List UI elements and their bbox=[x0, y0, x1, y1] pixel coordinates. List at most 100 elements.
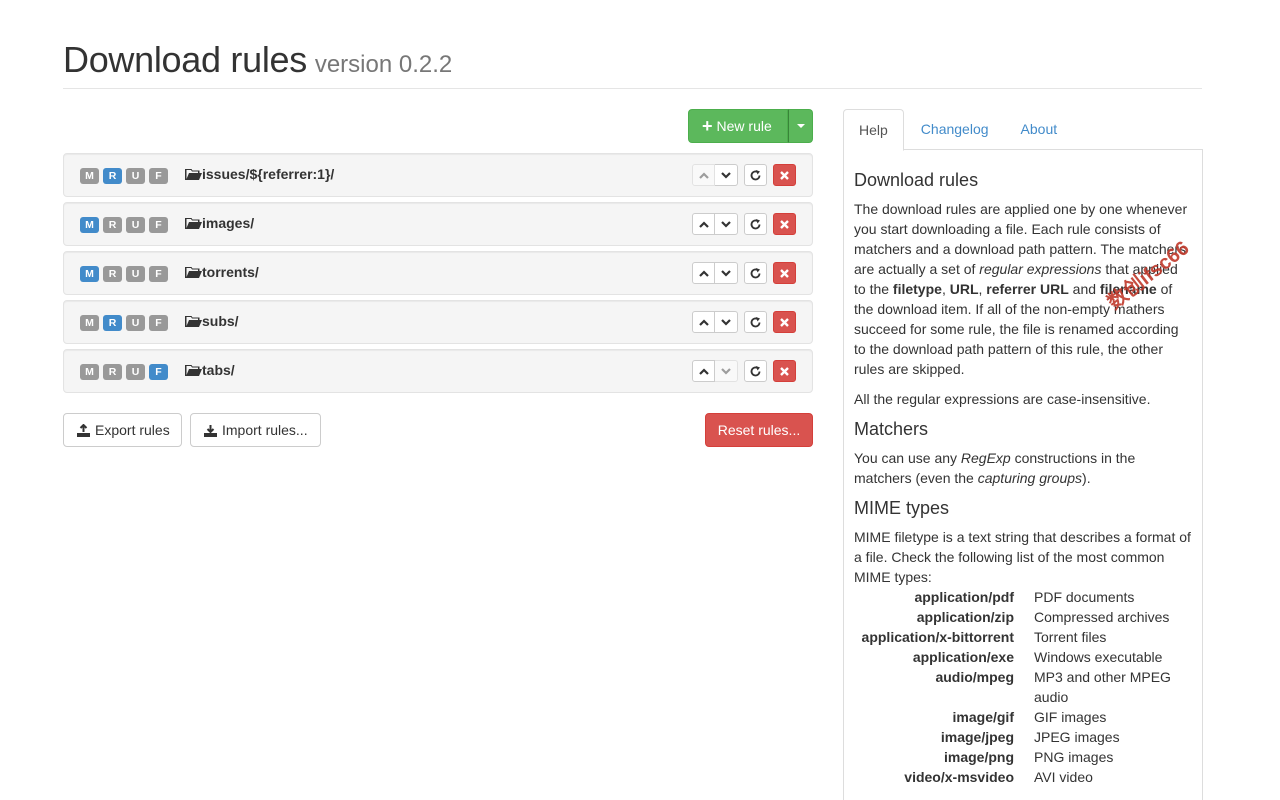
move-down-button[interactable] bbox=[715, 360, 738, 382]
import-rules-button[interactable]: Import rules... bbox=[190, 413, 321, 447]
new-rule-dropdown-toggle[interactable] bbox=[788, 109, 813, 143]
chevron-down-icon bbox=[721, 367, 731, 375]
refresh-icon bbox=[750, 316, 761, 327]
mime-type-description: PNG images bbox=[1034, 749, 1114, 765]
edit-rule-button[interactable] bbox=[744, 213, 767, 235]
rule-path: tabs/ bbox=[185, 362, 235, 378]
flag-badge-u[interactable]: U bbox=[126, 217, 145, 233]
rule-path-text: issues/${referrer:1}/ bbox=[202, 166, 335, 182]
mime-type-name: video/x-msvideo bbox=[904, 769, 1014, 785]
new-rule-button-group: + New rule bbox=[688, 109, 813, 143]
refresh-icon bbox=[750, 169, 761, 180]
folder-open-icon bbox=[185, 168, 202, 180]
move-down-button[interactable] bbox=[715, 164, 738, 186]
rule-flags: MRUF bbox=[80, 315, 168, 331]
flag-badge-u[interactable]: U bbox=[126, 168, 145, 184]
edit-rule-button[interactable] bbox=[744, 360, 767, 382]
flag-badge-r[interactable]: R bbox=[103, 217, 122, 233]
mime-type-name: image/jpeg bbox=[940, 729, 1014, 745]
rule-flags: MRUF bbox=[80, 364, 168, 380]
plus-icon: + bbox=[702, 116, 713, 136]
rule-flags: MRUF bbox=[80, 217, 168, 233]
import-icon bbox=[204, 424, 217, 437]
mime-type-description: AVI video bbox=[1034, 769, 1093, 785]
rule-actions bbox=[692, 213, 796, 235]
folder-open-icon bbox=[185, 364, 202, 376]
close-icon bbox=[780, 366, 789, 376]
delete-rule-button[interactable] bbox=[773, 164, 796, 186]
tab-help[interactable]: Help bbox=[843, 109, 904, 151]
export-icon bbox=[77, 423, 90, 437]
rule-actions bbox=[692, 360, 796, 382]
chevron-up-icon bbox=[698, 220, 709, 228]
refresh-icon bbox=[750, 267, 761, 278]
move-up-button[interactable] bbox=[692, 213, 715, 235]
rule-path: issues/${referrer:1}/ bbox=[185, 166, 334, 182]
new-rule-button[interactable]: + New rule bbox=[688, 109, 788, 143]
flag-badge-f[interactable]: F bbox=[149, 217, 168, 233]
move-up-button[interactable] bbox=[692, 360, 715, 382]
rule-path-text: subs/ bbox=[202, 313, 239, 329]
page-title: Download rules bbox=[63, 39, 307, 80]
flag-badge-m[interactable]: M bbox=[80, 364, 99, 380]
rule-row: M R U Fissues/${referrer:1}/ bbox=[63, 153, 813, 197]
flag-badge-r[interactable]: R bbox=[103, 364, 122, 380]
move-down-button[interactable] bbox=[715, 262, 738, 284]
export-rules-label: Export rules bbox=[95, 422, 170, 438]
delete-rule-button[interactable] bbox=[773, 360, 796, 382]
flag-badge-r[interactable]: R bbox=[103, 168, 122, 184]
flag-badge-m[interactable]: M bbox=[80, 266, 99, 282]
text-segment: capturing groups bbox=[977, 470, 1083, 486]
rule-actions bbox=[692, 311, 796, 333]
mime-type-name: application/exe bbox=[912, 649, 1014, 665]
text-segment: ). bbox=[1082, 470, 1091, 486]
rule-row: M R U Ftorrents/ bbox=[63, 251, 813, 295]
move-down-button[interactable] bbox=[715, 213, 738, 235]
rule-actions bbox=[692, 164, 796, 186]
tab-changelog[interactable]: Changelog bbox=[906, 109, 1004, 150]
help-tabs: Help Changelog About bbox=[843, 109, 1203, 151]
case-note-text: All the regular expressions are case-ins… bbox=[854, 391, 1151, 407]
text-segment: You can use any bbox=[854, 450, 961, 466]
rule-path: images/ bbox=[185, 215, 254, 231]
folder-open-icon bbox=[185, 315, 202, 327]
tab-about[interactable]: About bbox=[1006, 109, 1073, 150]
text-segment: filetype bbox=[892, 281, 942, 297]
flag-badge-m[interactable]: M bbox=[80, 217, 99, 233]
edit-rule-button[interactable] bbox=[744, 311, 767, 333]
chevron-down-icon bbox=[721, 318, 731, 326]
rule-path: torrents/ bbox=[185, 264, 259, 280]
page-header: Download rules version 0.2.2 bbox=[63, 40, 1202, 89]
move-down-button[interactable] bbox=[715, 311, 738, 333]
delete-rule-button[interactable] bbox=[773, 311, 796, 333]
move-up-button[interactable] bbox=[692, 262, 715, 284]
help-panel: Download rules The download rules are ap… bbox=[843, 149, 1203, 800]
matchers-text: You can use any RegExp constructions in … bbox=[854, 448, 1192, 488]
flag-badge-f[interactable]: F bbox=[149, 315, 168, 331]
text-segment: URL bbox=[949, 281, 979, 297]
flag-badge-m[interactable]: M bbox=[80, 168, 99, 184]
flag-badge-f[interactable]: F bbox=[149, 364, 168, 380]
delete-rule-button[interactable] bbox=[773, 213, 796, 235]
flag-badge-u[interactable]: U bbox=[126, 364, 145, 380]
mime-type-name: image/png bbox=[943, 749, 1014, 765]
flag-badge-r[interactable]: R bbox=[103, 315, 122, 331]
chevron-up-icon bbox=[698, 171, 709, 179]
flag-badge-u[interactable]: U bbox=[126, 266, 145, 282]
rule-path: subs/ bbox=[185, 313, 239, 329]
export-rules-button[interactable]: Export rules bbox=[63, 413, 182, 447]
folder-open-icon bbox=[185, 266, 202, 278]
mime-intro-text: MIME filetype is a text string that desc… bbox=[854, 529, 1191, 585]
rule-path-text: torrents/ bbox=[202, 264, 259, 280]
flag-badge-f[interactable]: F bbox=[149, 168, 168, 184]
flag-badge-f[interactable]: F bbox=[149, 266, 168, 282]
flag-badge-r[interactable]: R bbox=[103, 266, 122, 282]
move-up-button[interactable] bbox=[692, 164, 715, 186]
edit-rule-button[interactable] bbox=[744, 262, 767, 284]
delete-rule-button[interactable] bbox=[773, 262, 796, 284]
reset-rules-button[interactable]: Reset rules... bbox=[705, 413, 813, 447]
flag-badge-u[interactable]: U bbox=[126, 315, 145, 331]
edit-rule-button[interactable] bbox=[744, 164, 767, 186]
flag-badge-m[interactable]: M bbox=[80, 315, 99, 331]
move-up-button[interactable] bbox=[692, 311, 715, 333]
